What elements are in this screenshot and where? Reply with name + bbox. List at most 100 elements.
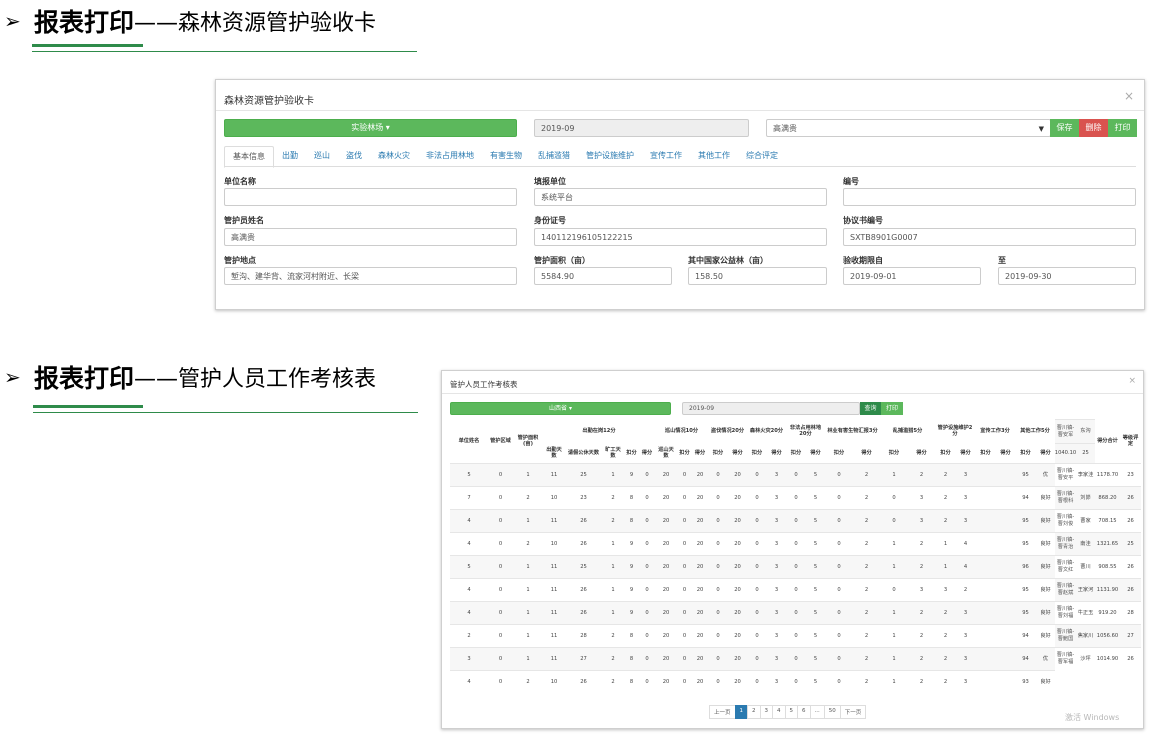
month-input[interactable]: 2019-09 (682, 402, 860, 415)
unit-name-input[interactable] (224, 188, 517, 206)
table-cell-value: 1 (880, 601, 908, 624)
table-cell-value: 3 (767, 601, 786, 624)
location-input[interactable]: 堑沟、建华背、流家河村附近、长梁 (224, 267, 517, 285)
month-input[interactable]: 2019-09 (534, 119, 749, 137)
table-cell-value: 2 (853, 670, 880, 693)
query-button[interactable]: 查询 (860, 402, 881, 415)
table-subheader-cell: 扣分 (679, 449, 690, 456)
province-dropdown-button[interactable]: 山西省 ▾ (450, 402, 671, 415)
pagination-button[interactable]: 50 (823, 705, 841, 719)
table-cell-value: 9 (624, 463, 639, 486)
table-cell-name: 曹川镇-曹赵斌 (1055, 578, 1076, 601)
table-cell-spacer (996, 624, 1015, 647)
pagination-button[interactable]: 1 (734, 705, 749, 719)
table-cell-value: 0 (488, 509, 513, 532)
table-cell-value: 0 (488, 601, 513, 624)
ranger-name-input[interactable]: 高满贵 (224, 228, 517, 246)
table-cell-value: 2 (853, 555, 880, 578)
table-subheader-cell: 扣分 (940, 449, 951, 456)
save-button[interactable]: 保存 (1050, 119, 1079, 137)
table-cell-value: 0 (677, 647, 692, 670)
table-cell-value: 20 (655, 486, 677, 509)
table-cell-value: 4 (956, 532, 975, 555)
table-cell-value: 26 (1120, 578, 1141, 601)
table-cell-spacer (975, 463, 996, 486)
table-cell-value: 5 (806, 532, 825, 555)
table-cell-grade: 优 (1036, 647, 1055, 670)
pagination-button[interactable]: 上一页 (709, 705, 736, 719)
agreement-number-input[interactable]: SXTB8901G0007 (843, 228, 1136, 246)
table-cell-value: 2 (935, 624, 956, 647)
table-cell-value: 20 (692, 578, 708, 601)
table-cell-grade: 良好 (1036, 532, 1055, 555)
pagination-button[interactable]: 3 (759, 705, 774, 719)
table-cell-spacer (996, 601, 1015, 624)
table-cell-area: 刘峁 (1076, 486, 1095, 509)
number-input[interactable] (843, 188, 1136, 206)
start-date-input[interactable]: 2019-09-01 (843, 267, 981, 285)
table-cell-value: 0 (708, 601, 728, 624)
tab-pests[interactable]: 有害生物 (482, 146, 530, 168)
table-cell-value: 2 (908, 670, 935, 693)
agreement-number-label: 协议书编号 (843, 216, 883, 225)
pagination-button[interactable]: 6 (797, 705, 811, 719)
table-cell-value: 2 (908, 624, 935, 647)
table-cell-value: 11 (543, 624, 565, 647)
pagination-button[interactable]: ... (809, 705, 825, 719)
table-cell-value: 0 (747, 647, 767, 670)
forest-farm-dropdown-button[interactable]: 实验林场 ▾ (224, 119, 517, 137)
table-cell-name: 曹川镇-曹刘福 (1055, 601, 1076, 624)
tab-patrol[interactable]: 巡山 (306, 146, 338, 168)
table-cell-value: 3 (908, 578, 935, 601)
public-forest-input[interactable]: 158.50 (688, 267, 827, 285)
pagination-button[interactable]: 5 (784, 705, 799, 719)
pagination-button[interactable]: 下一页 (839, 705, 867, 719)
print-button[interactable]: 打印 (881, 402, 903, 415)
table-cell-value: 4 (450, 532, 488, 555)
delete-button[interactable]: 删除 (1079, 119, 1108, 137)
table-cell-value: 0 (708, 555, 728, 578)
table-header-cell: 森林火灾20分 (749, 427, 784, 434)
ranger-select[interactable]: 高满贵 ▼ (766, 119, 1051, 137)
tab-attendance[interactable]: 出勤 (274, 146, 306, 168)
table-cell-value: 3 (767, 624, 786, 647)
table-cell-value: 11 (543, 463, 565, 486)
tab-overall-evaluation[interactable]: 综合评定 (738, 146, 786, 168)
end-date-input[interactable]: 2019-09-30 (998, 267, 1136, 285)
table-cell-value: 0 (786, 578, 806, 601)
table-cell-value: 2 (935, 601, 956, 624)
table-cell-value: 2 (908, 555, 935, 578)
table-header-cell: 单位姓名 (458, 437, 480, 444)
tab-basic-info[interactable]: 基本信息 (224, 146, 274, 168)
tab-facility-maintenance[interactable]: 管护设施维护 (578, 146, 642, 168)
table-cell-value: 20 (728, 509, 747, 532)
tab-other-work[interactable]: 其他工作 (690, 146, 738, 168)
table-cell-value: 0 (786, 463, 806, 486)
table-cell-value: 25 (1120, 532, 1141, 555)
print-button[interactable]: 打印 (1108, 119, 1137, 137)
pagination-button[interactable]: 2 (747, 705, 761, 719)
tab-poaching[interactable]: 乱捕滥猎 (530, 146, 578, 168)
tab-publicity[interactable]: 宣传工作 (642, 146, 690, 168)
table-subheader-cell: 得分 (771, 449, 782, 456)
table-cell-acres: 1321.65 (1095, 532, 1120, 555)
table-cell-spacer (975, 578, 996, 601)
start-date-label: 验收期限自 (843, 256, 883, 265)
table-cell-value: 2 (602, 670, 624, 693)
table-cell-grade: 良好 (1036, 486, 1055, 509)
table-cell-value: 4 (450, 601, 488, 624)
tab-logging[interactable]: 盗伐 (338, 146, 370, 168)
pagination-button[interactable]: 4 (772, 705, 786, 719)
fill-unit-input[interactable]: 系统平台 (534, 188, 827, 206)
table-cell-spacer (996, 509, 1015, 532)
table-cell-value: 2 (602, 486, 624, 509)
table-subheader-cell: 请假公休天数 (567, 449, 600, 456)
area-input[interactable]: 5584.90 (534, 267, 672, 285)
id-number-input[interactable]: 140112196105122215 (534, 228, 827, 246)
close-icon[interactable]: × (1128, 376, 1136, 386)
close-icon[interactable]: × (1124, 89, 1134, 103)
tab-illegal-land[interactable]: 非法占用林地 (418, 146, 482, 168)
tab-forest-fire[interactable]: 森林火灾 (370, 146, 418, 168)
table-cell-value: 0 (677, 601, 692, 624)
table-cell-value: 9 (624, 601, 639, 624)
